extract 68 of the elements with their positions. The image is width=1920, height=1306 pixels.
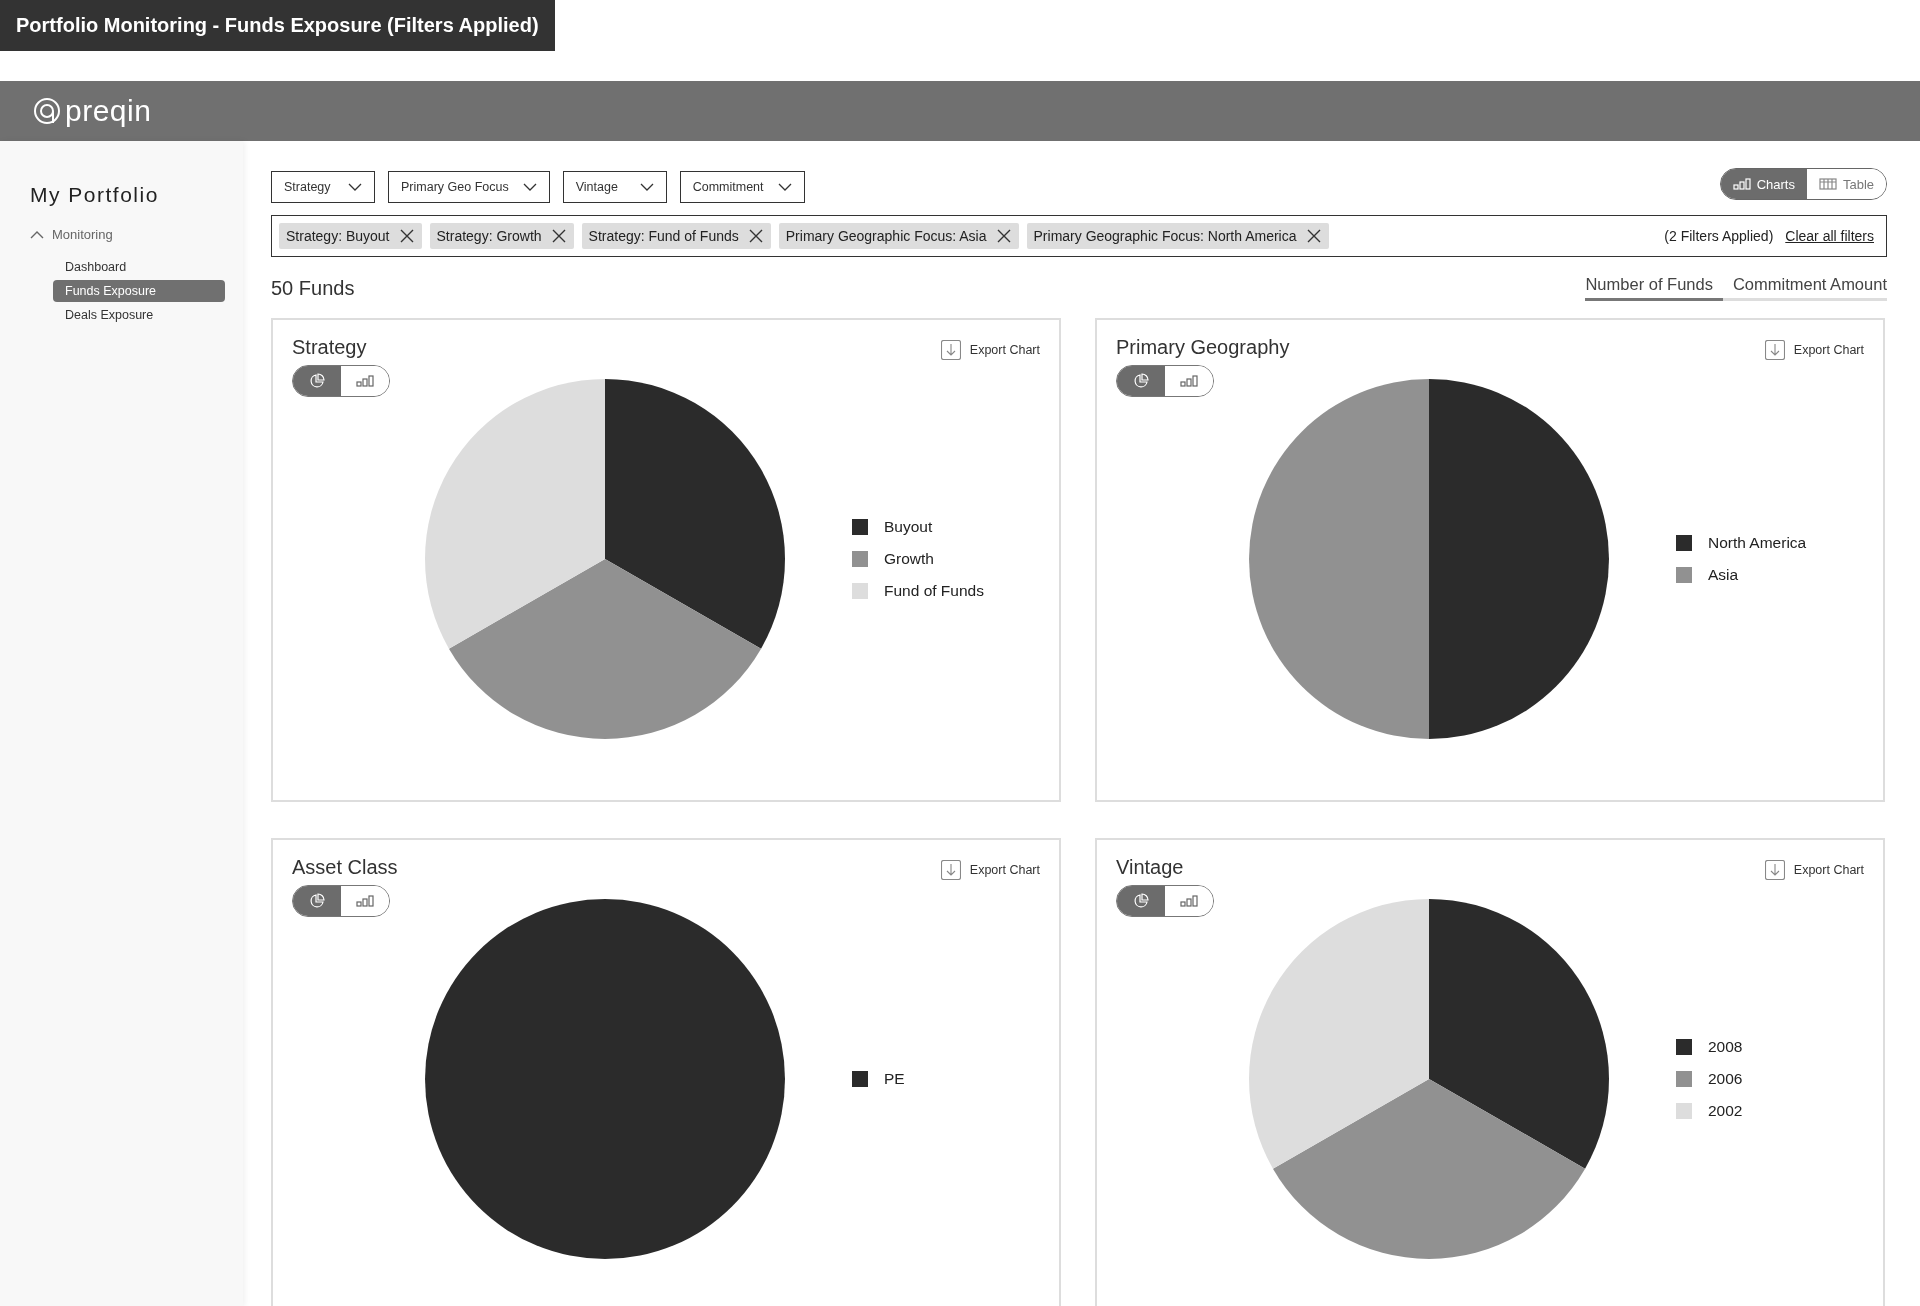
chip-label: Primary Geographic Focus: Asia (785, 228, 987, 244)
chip-label: Strategy: Fund of Funds (588, 228, 739, 244)
filter-dropdown[interactable]: Primary Geo Focus (388, 171, 550, 203)
filter-count: (2 Filters Applied) (1664, 228, 1774, 244)
legend-label: Buyout (884, 518, 933, 536)
sidebar-item[interactable]: Dashboard (53, 256, 225, 278)
legend-label: Asia (1708, 566, 1739, 584)
close-icon[interactable] (399, 229, 414, 243)
section-toggle[interactable]: Monitoring (30, 227, 243, 242)
chevron-down-icon (639, 183, 654, 191)
view-toggle-button[interactable]: Charts (1720, 169, 1807, 199)
download-icon (940, 340, 961, 360)
chevron-down-icon (777, 183, 792, 191)
chart-title: Vintage (1116, 856, 1185, 879)
close-icon[interactable] (1306, 229, 1321, 243)
filter-dropdown[interactable]: Strategy (271, 171, 375, 203)
pie-chart-icon (1133, 373, 1149, 389)
legend-label: PE (884, 1070, 905, 1088)
pie-chart-icon (309, 893, 325, 909)
export-chart-button[interactable]: Export Chart (940, 860, 1040, 880)
bar-chart-icon (356, 375, 374, 387)
chart-type-toggle[interactable] (1117, 366, 1165, 396)
sidebar-title: My Portfolio (30, 183, 160, 207)
download-icon (1764, 340, 1785, 360)
download-icon (1764, 860, 1785, 880)
measure-tab[interactable]: Number of Funds (1585, 275, 1723, 301)
bar-chart-icon (356, 895, 374, 907)
chevron-down-icon (522, 183, 537, 191)
filter-dropdown[interactable]: Commitment (679, 171, 805, 203)
export-chart-button[interactable]: Export Chart (1764, 860, 1864, 880)
pie-chart-icon (1133, 893, 1149, 909)
sidebar-item[interactable]: Funds Exposure (53, 280, 225, 302)
legend-label: Fund of Funds (884, 582, 984, 600)
bar-chart-icon (1732, 178, 1751, 190)
chip-label: Primary Geographic Focus: North America (1033, 228, 1297, 244)
legend-label: North America (1708, 534, 1807, 552)
chart-type-toggle[interactable] (293, 886, 341, 916)
chip-label: Strategy: Growth (436, 228, 542, 244)
chevron-down-icon (348, 183, 362, 191)
export-chart-button[interactable]: Export Chart (1764, 340, 1864, 360)
legend-label: 2008 (1708, 1038, 1743, 1056)
clear-filters-link[interactable]: Clear all filters (1785, 228, 1874, 244)
logo-icon (33, 97, 61, 125)
close-icon[interactable] (996, 229, 1011, 243)
legend-label: 2002 (1708, 1102, 1743, 1120)
chip-label: Strategy: Buyout (286, 228, 390, 244)
chart-title: Strategy (292, 336, 368, 359)
sidebar-item[interactable]: Deals Exposure (53, 304, 225, 326)
legend-label: 2006 (1708, 1070, 1743, 1088)
chart-title: Primary Geography (1116, 336, 1290, 359)
brand-name: preqin (65, 96, 152, 126)
caret-icon (30, 230, 44, 239)
bar-chart-icon (1180, 375, 1198, 387)
download-icon (940, 860, 961, 880)
table-icon (1818, 178, 1837, 190)
result-count: 50 Funds (271, 276, 355, 300)
chart-type-toggle[interactable] (1117, 886, 1165, 916)
close-icon[interactable] (748, 229, 763, 243)
filter-dropdown[interactable]: Vintage (562, 171, 667, 203)
pie-chart-icon (309, 373, 325, 389)
export-chart-button[interactable]: Export Chart (940, 340, 1040, 360)
legend-label: Growth (884, 550, 934, 568)
chart-type-toggle[interactable] (293, 366, 341, 396)
close-icon[interactable] (551, 229, 566, 243)
measure-tab[interactable]: Commitment Amount (1722, 275, 1887, 301)
bar-chart-icon (1180, 895, 1198, 907)
page-title: Portfolio Monitoring - Funds Exposure (Filters Applied) (0, 0, 555, 51)
chart-title: Asset Class (292, 856, 398, 879)
